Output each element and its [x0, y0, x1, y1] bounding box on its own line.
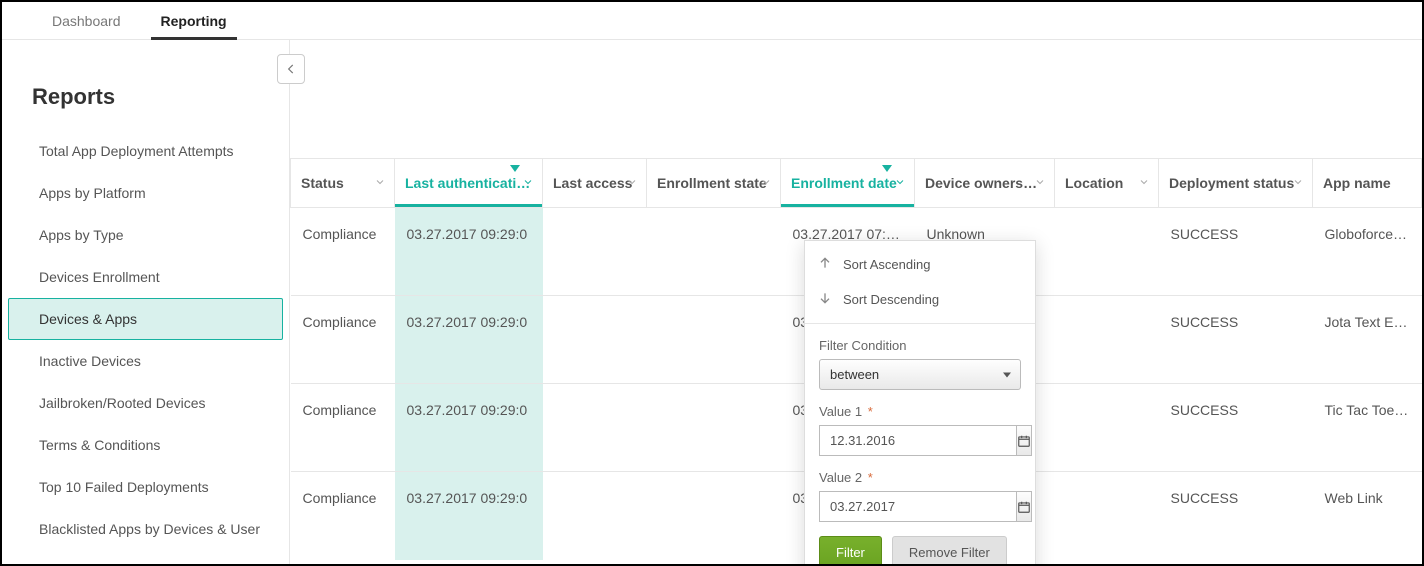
cell-last-access: [543, 296, 647, 384]
value2-calendar-button[interactable]: [1016, 491, 1032, 522]
sidebar-item-blacklisted[interactable]: Blacklisted Apps by Devices & User: [8, 508, 283, 550]
col-header-last-access[interactable]: Last access: [543, 159, 647, 208]
cell-enroll-state: [647, 208, 781, 296]
cell-status: Compliance: [291, 384, 395, 472]
chevron-left-icon: [284, 62, 298, 76]
cell-location: [1055, 208, 1159, 296]
chevron-down-icon: [760, 175, 772, 191]
col-header-status[interactable]: Status: [291, 159, 395, 208]
sort-ascending-option[interactable]: Sort Ascending: [805, 247, 1035, 282]
cell-enroll-state: [647, 472, 781, 560]
filter-condition-value: between: [819, 359, 1021, 390]
arrow-up-icon: [817, 255, 833, 274]
sidebar: Reports Total App Deployment Attempts Ap…: [2, 40, 290, 564]
sidebar-collapse-button[interactable]: [277, 54, 305, 84]
main-area: Status Last authentication Last access E…: [290, 40, 1422, 564]
sort-asc-label: Sort Ascending: [843, 257, 930, 272]
cell-deploy: SUCCESS: [1159, 472, 1313, 560]
cell-app: Jota Text Editor: [1313, 296, 1422, 384]
sidebar-title: Reports: [2, 60, 289, 120]
col-header-app-name[interactable]: App name: [1313, 159, 1422, 208]
column-filter-popover: Sort Ascending Sort Descending Filter Co…: [804, 240, 1036, 564]
top-tabs: Dashboard Reporting: [2, 2, 1422, 40]
cell-enroll-state: [647, 384, 781, 472]
sidebar-item-terms-conditions[interactable]: Terms & Conditions: [8, 424, 283, 466]
chevron-down-icon: [1034, 175, 1046, 191]
table-header-row: Status Last authentication Last access E…: [291, 159, 1422, 208]
chevron-down-icon: [522, 175, 534, 191]
sidebar-item-jailbroken-rooted[interactable]: Jailbroken/Rooted Devices: [8, 382, 283, 424]
col-header-enrollment-state[interactable]: Enrollment state: [647, 159, 781, 208]
col-header-deployment-status[interactable]: Deployment status: [1159, 159, 1313, 208]
sort-descending-option[interactable]: Sort Descending: [805, 282, 1035, 317]
filter-button[interactable]: Filter: [819, 536, 882, 564]
cell-app: Globoforce_SA: [1313, 208, 1422, 296]
filter-condition-label: Filter Condition: [819, 338, 1021, 353]
col-header-enrollment-date[interactable]: Enrollment date: [781, 159, 915, 208]
sidebar-item-top10-failed[interactable]: Top 10 Failed Deployments: [8, 466, 283, 508]
arrow-down-icon: [817, 290, 833, 309]
cell-app: Web Link: [1313, 472, 1422, 560]
calendar-icon: [1017, 434, 1031, 448]
cell-last-auth: 03.27.2017 09:29:0: [395, 208, 543, 296]
cell-last-access: [543, 208, 647, 296]
cell-last-auth: 03.27.2017 09:29:0: [395, 384, 543, 472]
tab-reporting[interactable]: Reporting: [141, 2, 247, 39]
value2-label: Value 2 *: [819, 470, 1021, 485]
filter-condition-select[interactable]: between: [819, 359, 1021, 390]
value1-label: Value 1 *: [819, 404, 1021, 419]
col-header-location[interactable]: Location: [1055, 159, 1159, 208]
value2-input[interactable]: [819, 491, 1016, 522]
chevron-down-icon: [1138, 175, 1150, 191]
remove-filter-button[interactable]: Remove Filter: [892, 536, 1007, 564]
sidebar-item-apps-by-type[interactable]: Apps by Type: [8, 214, 283, 256]
cell-last-auth: 03.27.2017 09:29:0: [395, 472, 543, 560]
cell-location: [1055, 296, 1159, 384]
sidebar-item-inactive-devices[interactable]: Inactive Devices: [8, 340, 283, 382]
calendar-icon: [1017, 500, 1031, 514]
cell-last-auth: 03.27.2017 09:29:0: [395, 296, 543, 384]
sidebar-item-devices-enrollment[interactable]: Devices Enrollment: [8, 256, 283, 298]
cell-enroll-state: [647, 296, 781, 384]
cell-status: Compliance: [291, 472, 395, 560]
tab-dashboard[interactable]: Dashboard: [32, 2, 141, 39]
sidebar-list: Total App Deployment Attempts Apps by Pl…: [2, 120, 289, 550]
value1-input[interactable]: [819, 425, 1016, 456]
col-header-device-ownership[interactable]: Device ownership: [915, 159, 1055, 208]
filter-indicator-icon: [882, 165, 892, 172]
cell-deploy: SUCCESS: [1159, 384, 1313, 472]
chevron-down-icon: [1292, 175, 1304, 191]
cell-deploy: SUCCESS: [1159, 208, 1313, 296]
cell-last-access: [543, 472, 647, 560]
cell-app: Tic Tac Toe Free: [1313, 384, 1422, 472]
sidebar-item-total-app-deployment[interactable]: Total App Deployment Attempts: [8, 130, 283, 172]
chevron-down-icon: [626, 175, 638, 191]
value1-calendar-button[interactable]: [1016, 425, 1032, 456]
sidebar-item-apps-by-platform[interactable]: Apps by Platform: [8, 172, 283, 214]
cell-deploy: SUCCESS: [1159, 296, 1313, 384]
cell-location: [1055, 472, 1159, 560]
sort-desc-label: Sort Descending: [843, 292, 939, 307]
chevron-down-icon: [894, 175, 906, 191]
filter-indicator-icon: [510, 165, 520, 172]
chevron-down-icon: [374, 175, 386, 191]
sidebar-item-devices-and-apps[interactable]: Devices & Apps: [8, 298, 283, 340]
cell-status: Compliance: [291, 208, 395, 296]
cell-last-access: [543, 384, 647, 472]
cell-location: [1055, 384, 1159, 472]
col-header-last-authentication[interactable]: Last authentication: [395, 159, 543, 208]
cell-status: Compliance: [291, 296, 395, 384]
